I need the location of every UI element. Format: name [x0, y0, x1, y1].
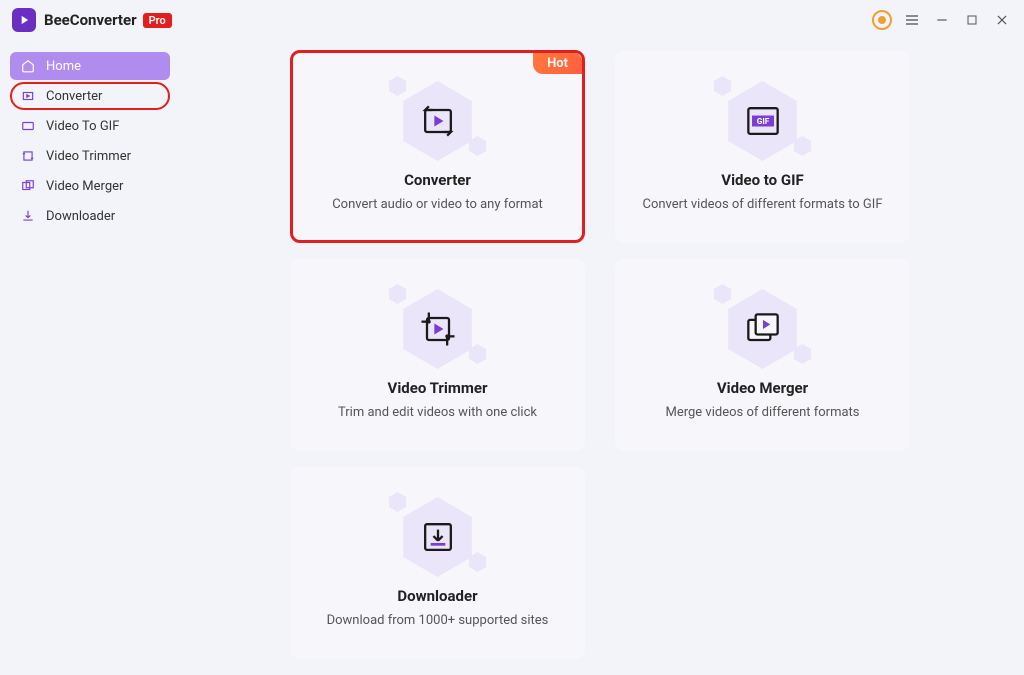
close-icon[interactable]	[992, 10, 1012, 30]
sidebar-item-label: Video Trimmer	[46, 149, 131, 164]
card-title: Video Merger	[717, 379, 808, 397]
minimize-icon[interactable]	[932, 10, 952, 30]
sidebar-item-label: Home	[46, 59, 81, 74]
card-title: Downloader	[397, 587, 477, 605]
gif-card-icon: GIF	[723, 81, 803, 161]
app-window: BeeConverter Pro	[0, 0, 1024, 675]
card-converter[interactable]: Hot Converter Convert audio or video to …	[290, 50, 585, 243]
menu-icon[interactable]	[902, 10, 922, 30]
card-desc: Merge videos of different formats	[665, 405, 859, 420]
merger-card-icon	[723, 289, 803, 369]
content-area: Home Converter Video To GIF Video Trimme…	[0, 40, 1024, 675]
converter-card-icon	[398, 81, 478, 161]
sidebar-item-label: Video Merger	[46, 179, 123, 194]
sidebar-item-label: Downloader	[46, 209, 115, 224]
converter-icon	[20, 88, 36, 104]
home-icon	[20, 58, 36, 74]
download-card-icon	[398, 497, 478, 577]
app-name: BeeConverter	[44, 11, 137, 29]
app-logo	[12, 8, 36, 32]
card-desc: Convert videos of different formats to G…	[643, 197, 883, 212]
card-desc: Download from 1000+ supported sites	[327, 613, 549, 628]
card-title: Video to GIF	[721, 171, 803, 189]
card-desc: Trim and edit videos with one click	[338, 405, 537, 420]
download-icon	[20, 208, 36, 224]
card-video-merger[interactable]: Video Merger Merge videos of different f…	[615, 258, 910, 451]
cards-grid: Hot Converter Convert audio or video to …	[290, 50, 994, 659]
sidebar-item-video-merger[interactable]: Video Merger	[10, 172, 170, 200]
svg-text:GIF: GIF	[756, 117, 769, 127]
gif-icon	[20, 118, 36, 134]
sidebar-item-downloader[interactable]: Downloader	[10, 202, 170, 230]
merger-icon	[20, 178, 36, 194]
pro-badge: Pro	[143, 13, 172, 28]
card-downloader[interactable]: Downloader Download from 1000+ supported…	[290, 466, 585, 659]
hot-badge: Hot	[533, 53, 582, 74]
card-desc: Convert audio or video to any format	[332, 197, 543, 212]
sidebar: Home Converter Video To GIF Video Trimme…	[0, 40, 180, 675]
trimmer-icon	[20, 148, 36, 164]
sidebar-item-video-trimmer[interactable]: Video Trimmer	[10, 142, 170, 170]
card-video-to-gif[interactable]: GIF Video to GIF Convert videos of diffe…	[615, 50, 910, 243]
sidebar-item-label: Video To GIF	[46, 119, 119, 134]
card-title: Converter	[404, 171, 471, 189]
titlebar-controls	[872, 10, 1012, 30]
sidebar-item-converter[interactable]: Converter	[10, 82, 170, 110]
user-icon[interactable]	[872, 10, 892, 30]
trimmer-card-icon	[398, 289, 478, 369]
sidebar-item-label: Converter	[46, 89, 102, 104]
sidebar-item-home[interactable]: Home	[10, 52, 170, 80]
card-title: Video Trimmer	[388, 379, 488, 397]
maximize-icon[interactable]	[962, 10, 982, 30]
main-content: Hot Converter Convert audio or video to …	[180, 40, 1024, 675]
card-video-trimmer[interactable]: Video Trimmer Trim and edit videos with …	[290, 258, 585, 451]
titlebar: BeeConverter Pro	[0, 0, 1024, 40]
sidebar-item-video-to-gif[interactable]: Video To GIF	[10, 112, 170, 140]
